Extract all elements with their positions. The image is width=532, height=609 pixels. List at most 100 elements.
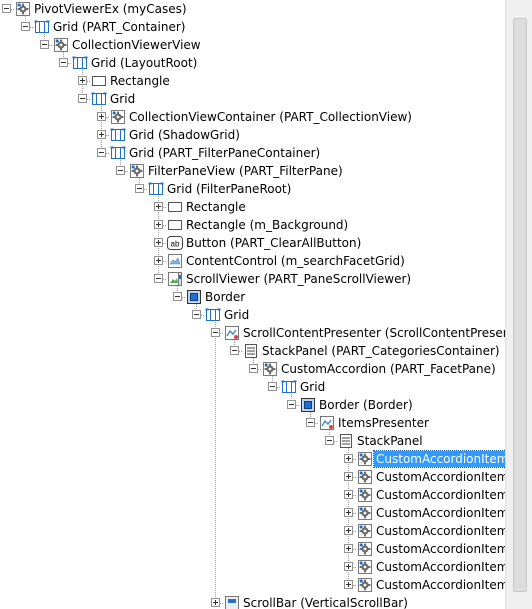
tree-node-label[interactable]: Grid (LayoutRoot): [89, 55, 199, 71]
visual-tree[interactable]: PivotViewerEx (myCases) Grid (PART_Contai…: [0, 0, 505, 609]
tree-node-grid[interactable]: Grid: [0, 379, 505, 395]
collapse-minus-icon[interactable]: [325, 436, 334, 445]
collapse-minus-icon[interactable]: [192, 310, 201, 319]
tree-node-customaccordionitem[interactable]: CustomAccordionItem: [0, 559, 505, 575]
collapse-minus-icon[interactable]: [173, 292, 182, 301]
tree-node-customaccordionitem[interactable]: CustomAccordionItem: [0, 450, 505, 468]
tree-node-label[interactable]: CollectionViewerView: [70, 37, 203, 53]
tree-node-label[interactable]: Button (PART_ClearAllButton): [184, 235, 363, 251]
tree-node-grid[interactable]: Grid: [0, 307, 505, 323]
tree-node-customaccordionitem[interactable]: CustomAccordionItem: [0, 523, 505, 539]
collapse-minus-icon[interactable]: [21, 22, 30, 31]
expand-plus-icon[interactable]: [78, 76, 87, 85]
tree-node-label[interactable]: StackPanel (PART_CategoriesContainer): [260, 343, 502, 359]
vertical-scrollbar[interactable]: [505, 0, 532, 609]
tree-node-label[interactable]: CustomAccordionItem: [374, 469, 505, 485]
tree-node-label[interactable]: FilterPaneView (PART_FilterPane): [146, 163, 345, 179]
tree-node-border[interactable]: Border: [0, 289, 505, 305]
tree-node-contentcontrol-m-searchfacetgrid[interactable]: ContentControl (m_searchFacetGrid): [0, 253, 505, 269]
tree-node-label[interactable]: ScrollViewer (PART_PaneScrollViewer): [184, 271, 413, 287]
tree-node-grid[interactable]: Grid: [0, 91, 505, 107]
tree-node-grid-shadowgrid[interactable]: Grid (ShadowGrid): [0, 127, 505, 143]
tree-node-label[interactable]: Grid: [222, 307, 251, 323]
collapse-minus-icon[interactable]: [154, 274, 163, 283]
tree-node-customaccordionitem[interactable]: CustomAccordionItem: [0, 487, 505, 503]
tree-node-label[interactable]: Grid: [108, 91, 137, 107]
collapse-minus-icon[interactable]: [40, 40, 49, 49]
collapse-minus-icon[interactable]: [59, 58, 68, 67]
tree-node-label[interactable]: ContentControl (m_searchFacetGrid): [184, 253, 407, 269]
tree-node-label[interactable]: CustomAccordionItem: [374, 523, 505, 539]
tree-node-grid-part-container[interactable]: Grid (PART_Container): [0, 19, 505, 35]
tree-node-collectionviewerview[interactable]: CollectionViewerView: [0, 37, 505, 53]
scrollbar-thumb[interactable]: [513, 18, 527, 592]
collapse-minus-icon[interactable]: [211, 328, 220, 337]
expand-plus-icon[interactable]: [154, 256, 163, 265]
tree-node-label[interactable]: Rectangle (m_Background): [184, 217, 350, 233]
collapse-minus-icon[interactable]: [2, 4, 11, 13]
tree-node-label[interactable]: Grid (PART_FilterPaneContainer): [127, 145, 322, 161]
tree-node-scrollbar-verticalscrollbar[interactable]: ScrollBar (VerticalScrollBar): [0, 595, 505, 609]
tree-node-label[interactable]: StackPanel: [355, 433, 425, 449]
tree-node-label[interactable]: CustomAccordionItem: [372, 450, 505, 468]
expand-plus-icon[interactable]: [344, 562, 353, 571]
tree-node-label[interactable]: Grid (FilterPaneRoot): [165, 181, 293, 197]
collapse-minus-icon[interactable]: [78, 94, 87, 103]
tree-node-border-border[interactable]: Border (Border): [0, 397, 505, 413]
tree-node-label[interactable]: ScrollBar (VerticalScrollBar): [241, 595, 410, 609]
tree-node-label[interactable]: CollectionViewContainer (PART_Collection…: [127, 109, 414, 125]
collapse-minus-icon[interactable]: [306, 418, 315, 427]
expand-plus-icon[interactable]: [154, 202, 163, 211]
collapse-minus-icon[interactable]: [249, 364, 258, 373]
tree-node-grid-layoutroot[interactable]: Grid (LayoutRoot): [0, 55, 505, 71]
tree-node-collectionviewcontainer-part-collectionview[interactable]: CollectionViewContainer (PART_Collection…: [0, 109, 505, 125]
expand-plus-icon[interactable]: [97, 130, 106, 139]
tree-node-stackpanel[interactable]: StackPanel: [0, 433, 505, 449]
collapse-minus-icon[interactable]: [268, 382, 277, 391]
tree-node-label[interactable]: CustomAccordionItem: [374, 577, 505, 593]
tree-node-label[interactable]: Grid (ShadowGrid): [127, 127, 242, 143]
tree-node-customaccordionitem[interactable]: CustomAccordionItem: [0, 469, 505, 485]
tree-node-scrollcontentpresenter-scrollcontentpresenter[interactable]: ScrollContentPresenter (ScrollContentPre…: [0, 325, 505, 341]
collapse-minus-icon[interactable]: [97, 148, 106, 157]
tree-node-label[interactable]: Grid: [298, 379, 327, 395]
tree-node-rectangle-m-background[interactable]: Rectangle (m_Background): [0, 217, 505, 233]
tree-node-label[interactable]: ItemsPresenter: [336, 415, 431, 431]
tree-node-label[interactable]: Rectangle: [184, 199, 248, 215]
tree-node-rectangle[interactable]: Rectangle: [0, 73, 505, 89]
expand-plus-icon[interactable]: [211, 598, 220, 607]
tree-node-customaccordionitem[interactable]: CustomAccordionItem: [0, 577, 505, 593]
tree-node-stackpanel-part-categoriescontainer[interactable]: StackPanel (PART_CategoriesContainer): [0, 343, 505, 359]
tree-node-label[interactable]: CustomAccordionItem: [374, 505, 505, 521]
tree-node-grid-filterpaneroot[interactable]: Grid (FilterPaneRoot): [0, 181, 505, 197]
tree-node-label[interactable]: Grid (PART_Container): [51, 19, 187, 35]
tree-node-rectangle[interactable]: Rectangle: [0, 199, 505, 215]
collapse-minus-icon[interactable]: [135, 184, 144, 193]
collapse-minus-icon[interactable]: [287, 400, 296, 409]
expand-plus-icon[interactable]: [154, 238, 163, 247]
tree-node-filterpaneview-part-filterpane[interactable]: FilterPaneView (PART_FilterPane): [0, 163, 505, 179]
tree-node-label[interactable]: CustomAccordionItem: [374, 487, 505, 503]
collapse-minus-icon[interactable]: [230, 346, 239, 355]
tree-node-label[interactable]: PivotViewerEx (myCases): [32, 1, 189, 17]
tree-node-label[interactable]: Border (Border): [317, 397, 415, 413]
expand-plus-icon[interactable]: [344, 544, 353, 553]
tree-node-scrollviewer-part-panescrollviewer[interactable]: ScrollViewer (PART_PaneScrollViewer): [0, 271, 505, 287]
tree-node-label[interactable]: CustomAccordionItem: [374, 541, 505, 557]
tree-node-customaccordionitem[interactable]: CustomAccordionItem: [0, 505, 505, 521]
tree-node-pivotviewerex-mycases[interactable]: PivotViewerEx (myCases): [0, 1, 505, 17]
expand-plus-icon[interactable]: [344, 526, 353, 535]
collapse-minus-icon[interactable]: [116, 166, 125, 175]
tree-node-grid-part-filterpanecontainer[interactable]: Grid (PART_FilterPaneContainer): [0, 145, 505, 161]
tree-node-button-part-clearallbutton[interactable]: ab Button (PART_ClearAllButton): [0, 235, 505, 251]
expand-plus-icon[interactable]: [344, 490, 353, 499]
expand-plus-icon[interactable]: [344, 472, 353, 481]
tree-node-itemspresenter[interactable]: ItemsPresenter: [0, 415, 505, 431]
tree-node-label[interactable]: CustomAccordion (PART_FacetPane): [279, 361, 498, 377]
tree-node-label[interactable]: Border: [203, 289, 247, 305]
expand-plus-icon[interactable]: [154, 220, 163, 229]
tree-node-label[interactable]: ScrollContentPresenter (ScrollContentPre…: [241, 325, 505, 341]
expand-plus-icon[interactable]: [344, 508, 353, 517]
tree-node-label[interactable]: CustomAccordionItem: [374, 559, 505, 575]
tree-node-label[interactable]: Rectangle: [108, 73, 172, 89]
